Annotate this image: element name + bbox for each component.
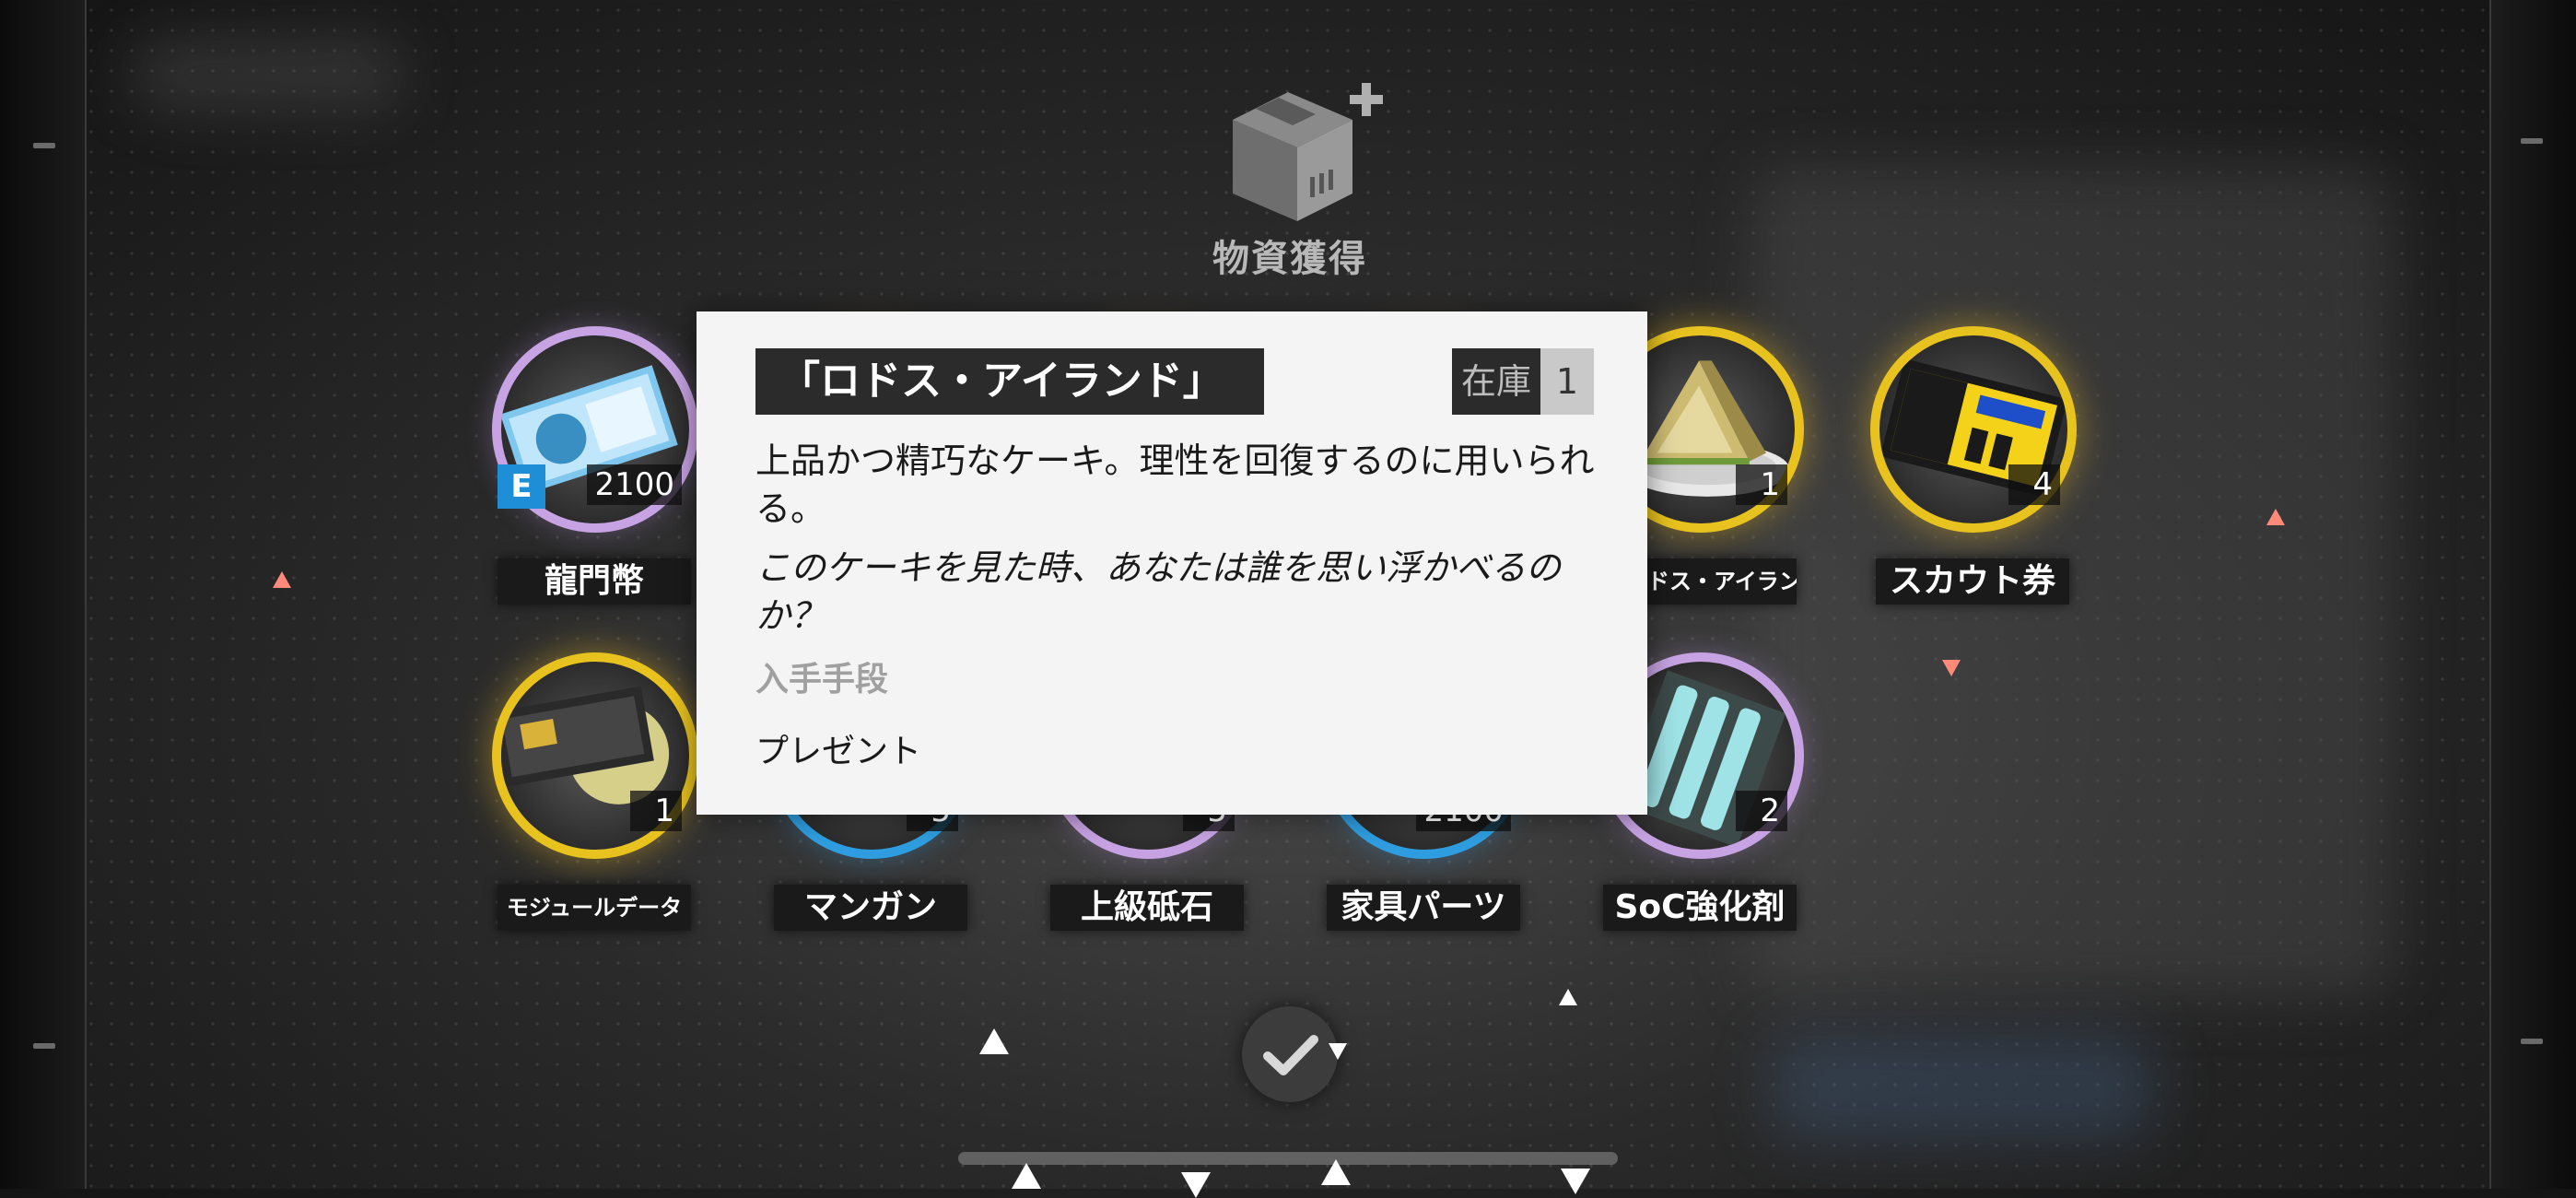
stock-value: 1 (1540, 348, 1594, 415)
item-label: 上級砥石 (1050, 885, 1244, 931)
confirm-button[interactable] (1242, 1006, 1338, 1102)
item-count: 2100 (587, 464, 682, 505)
decorative-triangle (1012, 1163, 1041, 1189)
decorative-triangle (273, 571, 291, 588)
item-label: モジュールデータ (498, 885, 691, 931)
tooltip-source-heading: 入手手段 (755, 661, 889, 699)
tooltip-description: 上品かつ精巧なケーキ。理性を回復するのに用いられる。 (755, 440, 1595, 529)
background-glow (129, 37, 405, 111)
item-label: マンガン (774, 885, 967, 931)
item-detail-tooltip: 「ロドス・アイランド」 在庫 1 上品かつ精巧なケーキ。理性を回復するのに用いら… (697, 311, 1647, 815)
item-label: スカウト券 (1876, 558, 2069, 605)
item-label: SoC強化剤 (1603, 885, 1797, 931)
reward-item-module-data[interactable]: 1 モジュールデータ (488, 652, 709, 966)
left-frame (0, 0, 87, 1189)
page-title: 物資獲得 (1212, 238, 1367, 280)
item-label: 龍門幣 (498, 558, 691, 605)
item-count: 4 (2008, 464, 2060, 505)
decorative-triangle (2266, 509, 2285, 525)
tooltip-flavor-text: このケーキを見た時、あなたは誰を思い浮かべるのか？ (755, 547, 1562, 636)
checkmark-icon (1263, 1035, 1318, 1075)
item-count: 1 (630, 791, 682, 831)
box-plus-icon (1214, 74, 1389, 221)
decorative-triangle (1321, 1159, 1351, 1185)
decorative-triangle (1559, 989, 1577, 1005)
tooltip-item-name: 「ロドス・アイランド」 (755, 348, 1264, 415)
reward-item-headhunting-ticket[interactable]: 4 スカウト券 (1867, 326, 2088, 640)
item-count: 2 (1736, 791, 1787, 831)
reward-item-lmd[interactable]: E 2100 龍門幣 (488, 326, 709, 640)
background-glow (1769, 1032, 2156, 1143)
lmd-badge-icon: E (498, 464, 545, 509)
decorative-triangle (1942, 660, 1961, 676)
item-label: 家具パーツ (1327, 885, 1520, 931)
decorative-triangle (1181, 1172, 1211, 1198)
decorative-triangle (1329, 1043, 1347, 1060)
item-count: 1 (1736, 464, 1787, 505)
decorative-triangle (1561, 1169, 1590, 1194)
tooltip-stock: 在庫 1 (1451, 348, 1594, 415)
scrollbar[interactable] (958, 1152, 1618, 1165)
right-frame (2489, 0, 2576, 1189)
decorative-triangle (979, 1028, 1009, 1054)
stock-label: 在庫 (1451, 348, 1540, 415)
tooltip-source: プレゼント (755, 733, 922, 770)
